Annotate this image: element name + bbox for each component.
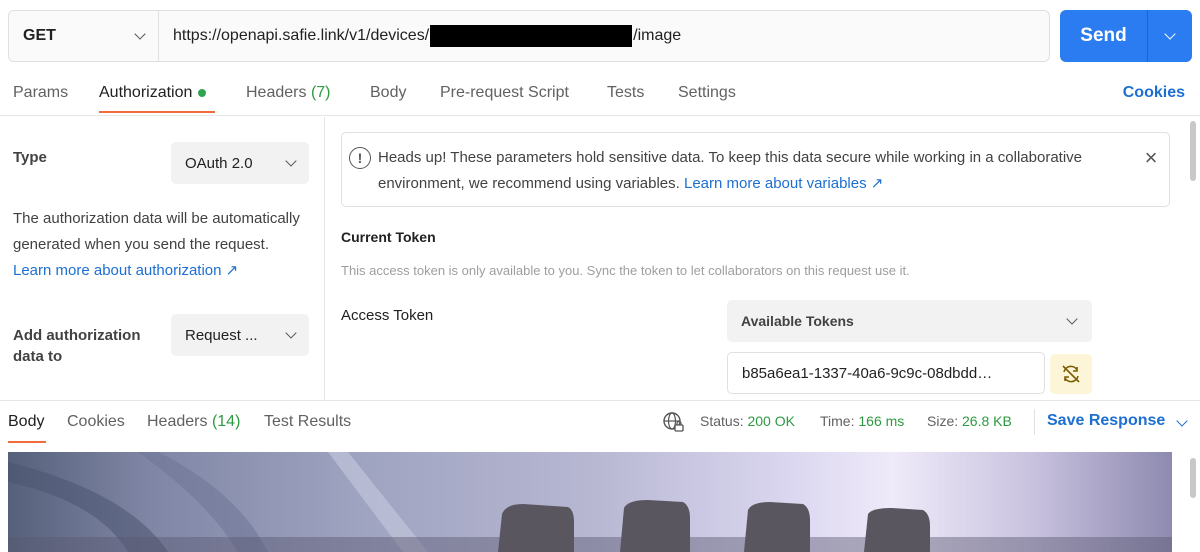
send-button-group: Send <box>1060 10 1192 62</box>
method-label: GET <box>23 27 56 44</box>
response-active-tab-indicator <box>8 441 46 443</box>
available-tokens-label: Available Tokens <box>741 313 854 329</box>
sensitive-data-notice: ! Heads up! These parameters hold sensit… <box>341 132 1170 207</box>
tab-headers[interactable]: Headers (7) <box>246 84 331 102</box>
response-tab-headers[interactable]: Headers (14) <box>147 413 240 431</box>
type-label: Type <box>13 149 47 166</box>
oauth-config-panel: ! Heads up! These parameters hold sensit… <box>326 117 1186 400</box>
url-input[interactable]: https://openapi.safie.link/v1/devices/ /… <box>159 11 681 61</box>
auth-settings-panel: Type OAuth 2.0 The authorization data wi… <box>0 117 325 400</box>
status-label: Status: <box>700 413 744 429</box>
camera-image <box>8 452 1172 552</box>
chevron-down-icon <box>1176 415 1188 427</box>
method-select[interactable]: GET <box>9 11 159 61</box>
status-indicator: Status: 200 OK <box>700 413 795 429</box>
add-auth-to-select[interactable]: Request ... <box>171 314 309 356</box>
tab-authorization-label: Authorization <box>99 84 193 101</box>
auth-type-select[interactable]: OAuth 2.0 <box>171 142 309 184</box>
chevron-down-icon <box>1066 313 1078 325</box>
sync-off-icon <box>1062 365 1080 383</box>
access-token-label: Access Token <box>341 307 434 324</box>
chevron-down-icon <box>285 155 297 167</box>
response-headers-count: (14) <box>211 413 241 430</box>
request-bar: GET https://openapi.safie.link/v1/device… <box>8 10 1192 62</box>
request-tabs: Params Authorization Headers (7) Body Pr… <box>0 70 1200 116</box>
auth-description: The authorization data will be automatic… <box>13 206 318 284</box>
add-auth-to-label: Add authorization data to <box>13 327 141 365</box>
response-tab-cookies[interactable]: Cookies <box>67 413 125 431</box>
chevron-down-icon <box>1164 28 1176 40</box>
tab-settings[interactable]: Settings <box>678 84 736 102</box>
time-indicator: Time: 166 ms <box>820 413 904 429</box>
response-image-preview <box>8 452 1172 552</box>
url-input-group: GET https://openapi.safie.link/v1/device… <box>8 10 1050 62</box>
cookies-link[interactable]: Cookies <box>1123 84 1185 102</box>
learn-more-authorization-link[interactable]: Learn more about authorization ↗ <box>13 261 238 281</box>
access-token-input[interactable]: b85a6ea1-1337-40a6-9c9c-08dbdd… <box>727 352 1045 394</box>
headers-count: (7) <box>310 84 331 101</box>
redacted-device-id <box>430 25 633 47</box>
response-tab-headers-label: Headers <box>147 413 208 430</box>
auth-scrollbar[interactable] <box>1190 121 1196 181</box>
current-token-hint: This access token is only available to y… <box>341 263 910 278</box>
status-value: 200 OK <box>747 413 795 429</box>
available-tokens-select[interactable]: Available Tokens <box>727 300 1092 342</box>
response-tab-test-results[interactable]: Test Results <box>264 413 351 431</box>
tab-headers-label: Headers <box>246 84 307 101</box>
auth-description-text: The authorization data will be automatic… <box>13 210 300 253</box>
send-options-button[interactable] <box>1148 10 1192 62</box>
chevron-down-icon <box>134 28 146 40</box>
response-scrollbar[interactable] <box>1190 458 1196 498</box>
status-dot-icon <box>198 88 207 97</box>
size-label: Size: <box>927 413 959 429</box>
add-auth-to-value: Request ... <box>185 326 258 344</box>
send-button[interactable]: Send <box>1060 10 1148 62</box>
size-indicator: Size: 26.8 KB <box>927 413 1012 429</box>
close-icon[interactable]: × <box>1141 147 1161 169</box>
active-tab-indicator <box>99 111 215 113</box>
size-value: 26.8 KB <box>962 413 1012 429</box>
tab-params[interactable]: Params <box>13 84 68 102</box>
learn-more-variables-link[interactable]: Learn more about variables ↗ <box>684 175 883 192</box>
auth-type-value: OAuth 2.0 <box>185 154 253 172</box>
current-token-title: Current Token <box>341 229 436 245</box>
chevron-down-icon <box>285 327 297 339</box>
tab-authorization[interactable]: Authorization <box>99 84 207 102</box>
info-icon: ! <box>349 147 371 169</box>
response-header-bar: Body Cookies Headers (14) Test Results S… <box>0 400 1200 444</box>
divider <box>1034 409 1035 435</box>
url-suffix: /image <box>633 27 682 44</box>
tab-body[interactable]: Body <box>370 84 406 102</box>
save-response-label: Save Response <box>1047 412 1166 429</box>
sync-token-button[interactable] <box>1050 354 1092 394</box>
time-label: Time: <box>820 413 855 429</box>
tab-prerequest-script[interactable]: Pre-request Script <box>440 84 569 102</box>
tab-tests[interactable]: Tests <box>607 84 644 102</box>
save-response-button[interactable]: Save Response <box>1047 412 1188 430</box>
response-tab-body[interactable]: Body <box>8 413 44 431</box>
time-value: 166 ms <box>858 413 905 429</box>
url-prefix: https://openapi.safie.link/v1/devices/ <box>173 27 430 44</box>
globe-lock-icon[interactable] <box>662 411 684 433</box>
notice-text: Heads up! These parameters hold sensitiv… <box>378 145 1118 197</box>
